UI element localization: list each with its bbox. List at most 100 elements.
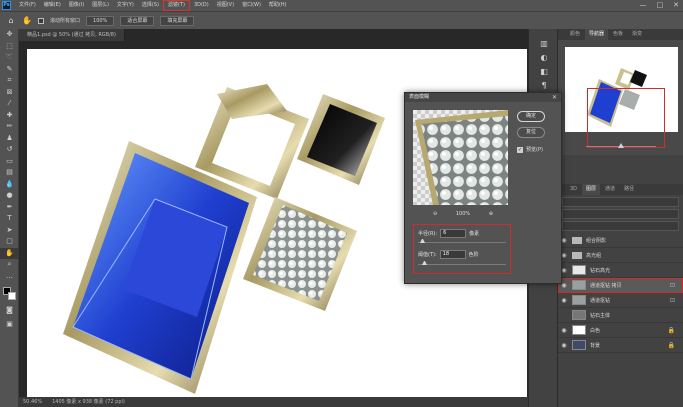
- zoom-out-icon[interactable]: ⊖: [433, 211, 437, 217]
- maximize-icon[interactable]: □: [657, 1, 664, 9]
- tab-paths[interactable]: 路径: [620, 184, 638, 195]
- crop-tool-icon[interactable]: ⌗: [0, 75, 19, 87]
- menu-image[interactable]: 图像(I): [65, 0, 88, 11]
- blend-mode-control[interactable]: [562, 209, 679, 219]
- navigator-view-box[interactable]: [587, 88, 665, 148]
- shape-tool-icon[interactable]: ▢: [0, 236, 19, 248]
- layer-row[interactable]: ◉ 白色 🔒: [558, 323, 683, 338]
- eraser-tool-icon[interactable]: ▭: [0, 156, 19, 168]
- menu-type[interactable]: 文字(Y): [113, 0, 138, 11]
- background-color-swatch[interactable]: [8, 292, 16, 300]
- radius-slider-knob[interactable]: [419, 239, 425, 243]
- radius-input[interactable]: 6: [440, 229, 467, 238]
- menu-filter[interactable]: 滤镜(T): [162, 0, 190, 11]
- history-panel-icon[interactable]: ▥: [529, 37, 559, 51]
- layer-filter-control[interactable]: [562, 197, 679, 207]
- scroll-all-label: 滚动所有窗口: [50, 18, 81, 24]
- radius-slider[interactable]: [418, 242, 506, 243]
- ok-button[interactable]: 确定: [517, 111, 545, 122]
- blur-tool-icon[interactable]: 💧: [0, 179, 19, 191]
- right-panels: 颜色 导航器 色板 渐变 3D 图层 通道 路径 ◉ 组合阴影 ◉ 高光组 ◉ …: [558, 29, 683, 407]
- layer-thumbnail: [572, 325, 586, 335]
- hand-tool-icon[interactable]: ✋: [22, 16, 32, 26]
- scroll-all-checkbox[interactable]: [38, 17, 44, 24]
- quick-select-tool-icon[interactable]: ✎: [0, 64, 19, 76]
- threshold-input[interactable]: 18: [439, 250, 466, 259]
- zoom-in-icon[interactable]: ⊕: [489, 211, 493, 217]
- fill-screen-button[interactable]: 填充屏幕: [160, 15, 195, 26]
- threshold-slider-knob[interactable]: [421, 261, 427, 265]
- fit-screen-button[interactable]: 适合屏幕: [120, 15, 155, 26]
- tab-color[interactable]: 颜色: [566, 29, 584, 40]
- menu-view[interactable]: 视图(V): [213, 0, 238, 11]
- menu-3d[interactable]: 3D(D): [190, 0, 213, 11]
- menu-edit[interactable]: 编辑(E): [40, 0, 65, 11]
- marquee-tool-icon[interactable]: ⬚: [0, 41, 19, 53]
- layer-row[interactable]: ◉ 组合阴影: [558, 233, 683, 248]
- gradient-tool-icon[interactable]: ▤: [0, 167, 19, 179]
- layer-row[interactable]: ◉ 钻石高光: [558, 263, 683, 278]
- menu-layer[interactable]: 图层(L): [88, 0, 113, 11]
- eyedropper-tool-icon[interactable]: ⁄: [0, 98, 19, 110]
- healing-tool-icon[interactable]: ✚: [0, 110, 19, 122]
- menu-help[interactable]: 帮助(H): [265, 0, 291, 11]
- tab-navigator[interactable]: 导航器: [585, 29, 609, 40]
- photoshop-logo[interactable]: Ps: [2, 1, 11, 10]
- paragraph-panel-icon[interactable]: ¶: [529, 79, 559, 93]
- screen-mode-icon[interactable]: ▣: [0, 319, 19, 331]
- tools-panel: ✥ ⬚ ➰ ✎ ⌗ ⊠ ⁄ ✚ ✏ ♟ ↺ ▭ ▤ 💧 ● ✒ T ➤ ▢ ✋ …: [0, 29, 19, 407]
- type-tool-icon[interactable]: T: [0, 213, 19, 225]
- layers-tabs: 3D 图层 通道 路径: [558, 184, 683, 195]
- minimize-icon[interactable]: —: [640, 1, 647, 9]
- home-icon[interactable]: ⌂: [6, 16, 16, 26]
- adjustments-panel-icon[interactable]: ◐: [529, 51, 559, 65]
- more-tools-icon[interactable]: …: [0, 271, 19, 283]
- reset-button[interactable]: 复位: [517, 127, 545, 138]
- tab-swatches[interactable]: 色板: [609, 29, 627, 40]
- layer-name: 通道抠钻: [590, 297, 611, 304]
- layer-name: 钻石主体: [590, 312, 611, 319]
- quick-mask-icon[interactable]: ◙: [0, 305, 19, 317]
- move-tool-icon[interactable]: ✥: [0, 29, 19, 41]
- zoom-tool-icon[interactable]: ⌕: [0, 259, 19, 271]
- zoom-100-button[interactable]: 100%: [86, 15, 115, 26]
- path-select-tool-icon[interactable]: ➤: [0, 225, 19, 237]
- layer-row[interactable]: ◉ 高光组: [558, 248, 683, 263]
- tab-channels[interactable]: 通道: [601, 184, 619, 195]
- history-brush-icon[interactable]: ↺: [0, 144, 19, 156]
- eye-icon[interactable]: ◉: [558, 342, 570, 349]
- frame-tool-icon[interactable]: ⊠: [0, 87, 19, 99]
- eye-icon[interactable]: ◉: [558, 297, 570, 304]
- tab-3d[interactable]: 3D: [566, 184, 581, 195]
- menu-select[interactable]: 选择(S): [138, 0, 163, 11]
- lock-controls[interactable]: [562, 221, 679, 231]
- tab-gradients[interactable]: 渐变: [628, 29, 646, 40]
- layer-row[interactable]: ◉ 背景 🔒: [558, 338, 683, 353]
- dialog-title[interactable]: 表面模糊: [405, 93, 561, 102]
- layer-row[interactable]: 钻石主体: [558, 308, 683, 323]
- dodge-tool-icon[interactable]: ●: [0, 190, 19, 202]
- close-icon[interactable]: ✕: [552, 93, 557, 102]
- layer-row-selected[interactable]: ◉ 通道抠钻 拷贝 ⊡: [558, 278, 683, 293]
- layer-thumbnail: [572, 265, 586, 275]
- menu-file[interactable]: 文件(F): [15, 0, 40, 11]
- document-tab[interactable]: 精品1.psd @ 50% (通过 拷贝, RGB/8): [19, 29, 125, 41]
- eye-icon[interactable]: ◉: [558, 327, 570, 334]
- navigator-zoom-knob[interactable]: [618, 143, 624, 148]
- brush-tool-icon[interactable]: ✏: [0, 121, 19, 133]
- preview-checkbox[interactable]: ✓: [517, 146, 523, 153]
- pen-tool-icon[interactable]: ✒: [0, 202, 19, 214]
- filter-preview[interactable]: [413, 110, 508, 205]
- radius-unit: 像素: [469, 231, 480, 237]
- layer-row[interactable]: ◉ 通道抠钻 ⊡: [558, 293, 683, 308]
- preview-checkbox-row[interactable]: ✓ 预览(P): [517, 146, 543, 153]
- close-window-icon[interactable]: ✕: [673, 1, 679, 9]
- stamp-tool-icon[interactable]: ♟: [0, 133, 19, 145]
- threshold-slider[interactable]: [418, 264, 506, 265]
- menu-window[interactable]: 窗口(W): [238, 0, 265, 11]
- navigator-panel: [558, 40, 683, 155]
- tab-layers[interactable]: 图层: [582, 184, 601, 195]
- lasso-tool-icon[interactable]: ➰: [0, 52, 19, 64]
- properties-panel-icon[interactable]: ◧: [529, 65, 559, 79]
- hand-tool-icon[interactable]: ✋: [0, 247, 19, 259]
